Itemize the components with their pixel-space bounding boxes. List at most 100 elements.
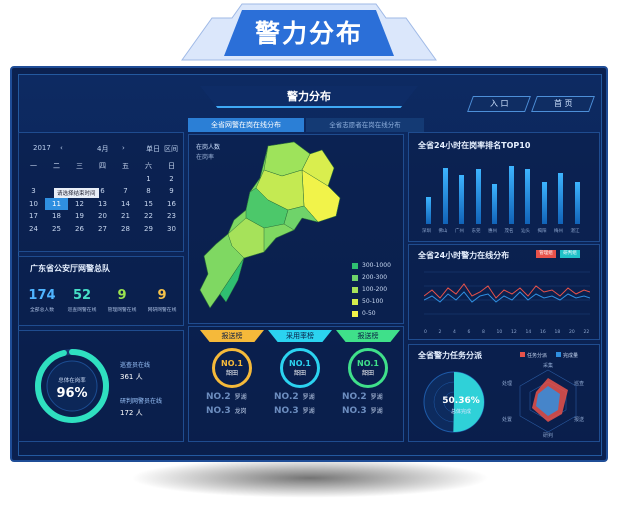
next-month-icon[interactable]: › <box>122 144 125 152</box>
top10-bar[interactable] <box>492 184 497 224</box>
calendar-day <box>45 173 68 186</box>
map-scale-label: 100-200 <box>362 286 388 293</box>
online-line-1: 巡查员在线 361 人 <box>120 362 151 381</box>
rank-tab[interactable]: 报送榜 <box>200 330 264 342</box>
calendar-day[interactable]: 17 <box>22 210 45 223</box>
team-stat: 174 全部总人数 <box>22 288 62 313</box>
map-scale-swatch <box>352 262 358 269</box>
trend-x-tick: 10 <box>496 330 503 335</box>
rank-column: 采用率榜 NO.1 韶田 NO.2 罗湖 NO.3 罗湖 <box>268 330 332 416</box>
top10-city-label: 梅州 <box>554 229 563 234</box>
year-select[interactable]: 2017 <box>33 144 51 152</box>
calendar-day <box>91 173 114 186</box>
rank-second: NO.2 罗湖 <box>206 392 247 402</box>
top10-city-label: 湛江 <box>570 229 580 234</box>
top10-bar[interactable] <box>541 182 547 224</box>
team-stat-label: 管理网警在线 <box>107 308 137 313</box>
single-day-tab[interactable]: 单日 <box>146 144 160 154</box>
header-title: 警力分布 <box>287 90 331 103</box>
top10-bar[interactable] <box>574 182 580 224</box>
calendar-day[interactable]: 26 <box>68 223 91 236</box>
calendar-day[interactable]: 2 <box>160 173 183 186</box>
tasks-radar <box>519 369 577 433</box>
date-tooltip: 请选择结束时间 <box>54 188 99 198</box>
weekday: 五 <box>122 162 129 170</box>
trend-x-tick: 2 <box>438 330 442 335</box>
calendar-day[interactable]: 12 <box>68 198 91 211</box>
calendar-day[interactable]: 15 <box>137 198 160 211</box>
map-scale-item: 50-100 <box>352 298 383 305</box>
calendar-day[interactable]: 18 <box>45 210 68 223</box>
trend-x-tick: 16 <box>540 330 546 335</box>
calendar-day[interactable]: 14 <box>114 198 137 211</box>
tasks-title: 全省警力任务分派 <box>418 351 482 360</box>
weekday: 四 <box>99 162 106 170</box>
top10-bar[interactable] <box>459 175 464 224</box>
calendar-day[interactable]: 28 <box>114 223 137 236</box>
radar-axis-label: 处理 <box>502 381 513 387</box>
radar-axis-label: 报送 <box>574 417 585 423</box>
top10-city-label: 广州 <box>455 229 464 234</box>
calendar-day <box>114 173 137 186</box>
top10-bar[interactable] <box>525 169 530 224</box>
range-tab[interactable]: 区间 <box>164 144 178 154</box>
top10-bar[interactable] <box>508 166 514 224</box>
rank-medal: NO.1 韶田 <box>348 348 388 388</box>
home-button[interactable]: 首 页 <box>531 96 595 112</box>
calendar-day[interactable]: 27 <box>91 223 114 236</box>
rank-first: NO.1 <box>289 359 311 368</box>
province-map <box>199 141 341 309</box>
calendar-day[interactable]: 8 <box>137 185 160 198</box>
calendar-day[interactable]: 16 <box>160 198 183 211</box>
calendar-day[interactable]: 30 <box>160 223 183 236</box>
trend-x-tick: 18 <box>554 330 561 335</box>
gauge-label: 总体在岗率 <box>58 378 86 384</box>
map-scale-swatch <box>352 298 358 305</box>
tab-inactive[interactable]: 全省志愿者在岗在线分布 <box>306 118 424 132</box>
rank-first: NO.1 <box>221 359 243 368</box>
calendar-day[interactable]: 9 <box>160 185 183 198</box>
calendar-day[interactable]: 29 <box>137 223 160 236</box>
map-scale-swatch <box>352 310 358 317</box>
map-scale-label: 0-50 <box>362 310 376 317</box>
rank-tab[interactable]: 报送榜 <box>336 330 400 342</box>
calendar-day[interactable]: 13 <box>91 198 114 211</box>
dashboard-mockup: 警力分布 警力分布 入 口 首 页 2017 ‹ 4月 › 单日 区间 一 二 … <box>0 0 618 517</box>
entry-button[interactable]: 入 口 <box>467 96 531 112</box>
calendar-day[interactable]: 21 <box>114 210 137 223</box>
radar-axis-label: 处置 <box>502 417 513 423</box>
gauge-value: 96% <box>56 386 88 401</box>
calendar-day[interactable]: 10 <box>22 198 45 211</box>
calendar-day[interactable]: 11 <box>45 197 68 210</box>
top10-bar[interactable] <box>475 169 481 224</box>
team-stat-label: 网研网警在线 <box>147 308 177 313</box>
top10-city-label: 揭阳 <box>537 229 547 234</box>
calendar-day[interactable]: 25 <box>45 223 68 236</box>
rank-tab[interactable]: 采用率榜 <box>268 330 332 342</box>
rank-column: 报送榜 NO.1 韶田 NO.2 罗湖 NO.3 罗湖 <box>336 330 400 416</box>
rank-second: NO.2 罗湖 <box>342 392 383 402</box>
calendar-week: 17 18 19 20 21 22 23 <box>22 210 184 223</box>
month-select[interactable]: 4月 <box>97 144 108 154</box>
top10-bar[interactable] <box>558 173 563 224</box>
top10-bar[interactable] <box>442 168 448 224</box>
calendar-day[interactable]: 24 <box>22 223 45 236</box>
calendar-day[interactable]: 22 <box>137 210 160 223</box>
map-scale-label: 300-1000 <box>362 262 391 269</box>
calendar-day[interactable]: 23 <box>160 210 183 223</box>
prev-month-icon[interactable]: ‹ <box>60 144 63 152</box>
map-scale-label: 200-300 <box>362 274 388 281</box>
top10-bar[interactable] <box>426 197 431 224</box>
calendar-day[interactable]: 1 <box>137 173 160 186</box>
tab-active[interactable]: 全省网警在岗在线分布 <box>188 118 304 132</box>
calendar-day[interactable]: 7 <box>114 185 137 198</box>
team-stat-value: 174 <box>28 288 56 303</box>
calendar-day[interactable]: 3 <box>22 185 45 198</box>
weekday: 一 <box>30 162 37 170</box>
top10-city-label: 佛山 <box>438 229 448 234</box>
calendar-day[interactable]: 19 <box>68 210 91 223</box>
trend-chart <box>424 271 590 315</box>
team-title: 广东省公安厅网警总队 <box>30 264 110 273</box>
rank-second: NO.2 罗湖 <box>274 392 315 402</box>
calendar-day[interactable]: 20 <box>91 210 114 223</box>
